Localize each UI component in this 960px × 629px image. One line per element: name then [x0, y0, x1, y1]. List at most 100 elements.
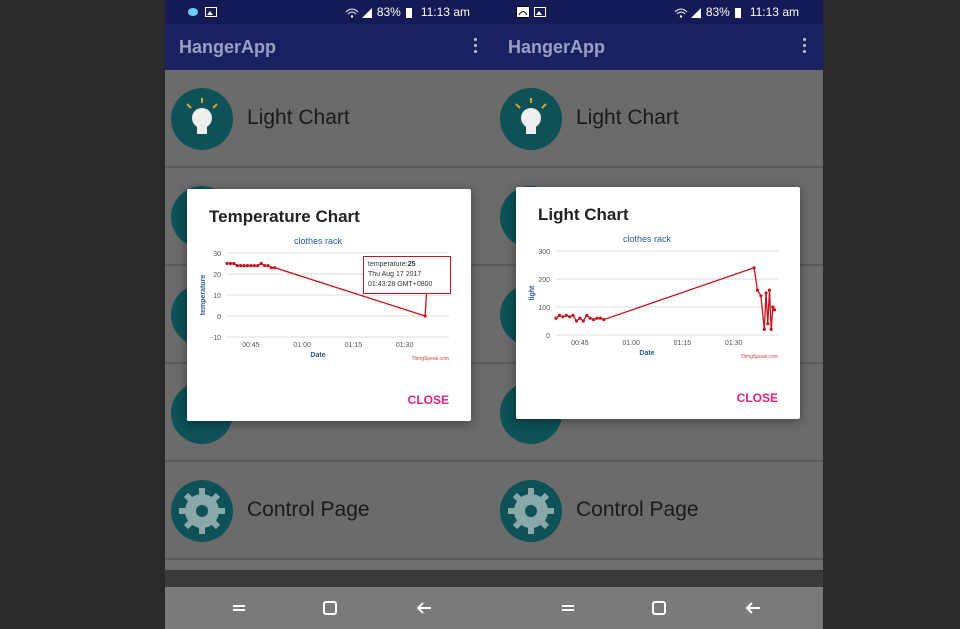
battery-icon [734, 7, 746, 18]
phone-screen-right: 83% 11:13 am HangerApp Light Chart Contr… [494, 0, 823, 629]
data-point [767, 288, 772, 292]
data-point [585, 313, 589, 317]
list-item-light-chart[interactable]: Light Chart [494, 70, 823, 168]
data-point [423, 314, 427, 318]
x-tick-label: 01:30 [396, 342, 414, 349]
x-tick-label: 00:45 [571, 340, 589, 347]
data-point [228, 261, 233, 266]
temperature-chart-dialog: Temperature Chart clothes rack -10 0 10 20 30… [187, 189, 471, 421]
list-item-control-page[interactable]: Control Page [165, 462, 494, 560]
lightbulb-icon [500, 88, 562, 150]
data-point [266, 264, 270, 268]
dialog-title: Temperature Chart [209, 207, 360, 226]
data-point [564, 313, 568, 317]
y-tick-label: 0 [546, 333, 550, 340]
data-point [249, 264, 253, 268]
data-point [571, 313, 575, 317]
app-title: HangerApp [179, 37, 277, 57]
temperature-chart: clothes rack -10 0 10 20 30 00:45 01:00 01:15 01:… [200, 236, 449, 361]
y-axis-label: light [529, 285, 536, 300]
data-point [557, 313, 562, 317]
x-tick-label: 01:00 [622, 340, 640, 347]
message-notification-icon [187, 6, 199, 16]
data-point [561, 315, 565, 319]
list-item-control-page[interactable]: Control Page [494, 462, 823, 560]
y-tick-label: 30 [213, 251, 221, 258]
y-tick-label: 300 [538, 249, 550, 256]
data-point [766, 322, 770, 326]
y-tick-label: 100 [538, 305, 550, 312]
y-tick-label: 200 [538, 277, 550, 284]
y-tick-label: 0 [217, 314, 221, 321]
data-point [581, 319, 585, 323]
home-icon[interactable] [650, 599, 668, 617]
data-point [769, 327, 773, 331]
battery-percentage: 83% [376, 5, 401, 19]
light-chart-dialog: Light Chart clothes rack 0 100 200 300 00:45 0… [516, 187, 800, 419]
status-bar: 83% 11:13 am [494, 0, 823, 24]
home-icon[interactable] [321, 599, 339, 617]
data-point [259, 261, 263, 266]
overflow-menu-icon[interactable] [474, 38, 478, 56]
data-point [245, 264, 250, 268]
data-point [591, 318, 596, 322]
image-notification-icon [534, 6, 546, 17]
back-icon[interactable] [415, 599, 433, 617]
bottom-divider [494, 570, 823, 587]
data-point [755, 288, 760, 292]
app-bar: HangerApp [494, 24, 823, 70]
clock: 11:13 am [749, 5, 799, 19]
series-line [555, 266, 776, 330]
gear-icon [171, 480, 233, 542]
y-tick-label: -10 [211, 335, 221, 342]
overflow-menu-icon[interactable] [803, 38, 807, 56]
list-item-light-chart[interactable]: Light Chart [165, 70, 494, 168]
x-axis-label: Date [310, 352, 325, 359]
back-icon[interactable] [744, 599, 762, 617]
navigation-bar [494, 587, 823, 629]
chart-title: clothes rack [294, 236, 343, 246]
chart-credit: ThingSpeak.com [740, 354, 778, 359]
data-point [269, 266, 273, 270]
dialog-title: Light Chart [538, 205, 629, 224]
wifi-icon [345, 7, 359, 18]
data-point [235, 264, 239, 268]
data-point [764, 291, 768, 295]
data-point [273, 266, 277, 270]
data-point [554, 316, 558, 320]
close-button[interactable]: CLOSE [408, 393, 449, 407]
data-point [225, 261, 229, 266]
data-point [262, 264, 267, 268]
recent-apps-icon[interactable] [560, 599, 578, 617]
tooltip-time: 01:43:28 GMT+0800 [368, 281, 433, 288]
x-tick-label: 00:45 [242, 342, 260, 349]
data-point [574, 319, 579, 323]
chart-credit: ThingSpeak.com [411, 356, 449, 361]
y-tick-label: 20 [213, 272, 221, 279]
tooltip-field: temperature [368, 261, 406, 268]
light-chart: clothes rack 0 100 200 300 00:45 01:00 01:15 01:… [529, 234, 778, 359]
data-point [568, 315, 572, 319]
chart-tooltip: temperature:25 Thu Aug 17 2017 01:43:28 … [363, 256, 451, 294]
control-page-label: Control Page [247, 498, 370, 521]
battery-percentage: 83% [705, 5, 730, 19]
wifi-icon [674, 7, 688, 18]
close-button[interactable]: CLOSE [737, 391, 778, 405]
data-point [598, 316, 602, 320]
navigation-bar [165, 587, 494, 629]
light-chart-label: Light Chart [247, 106, 350, 129]
signal-icon [361, 7, 373, 18]
data-point [595, 316, 599, 320]
recent-apps-icon[interactable] [231, 599, 249, 617]
data-point [256, 264, 260, 268]
x-axis-label: Date [639, 350, 654, 357]
data-point [771, 305, 775, 309]
data-point [762, 327, 766, 331]
battery-icon [405, 7, 417, 18]
control-page-label: Control Page [576, 498, 699, 521]
phone-screen-left: 83% 11:13 am HangerApp Light Chart Contr… [165, 0, 494, 629]
light-chart-label: Light Chart [576, 106, 679, 129]
x-tick-label: 01:15 [674, 340, 692, 347]
data-point [752, 266, 756, 270]
data-point [252, 264, 256, 268]
